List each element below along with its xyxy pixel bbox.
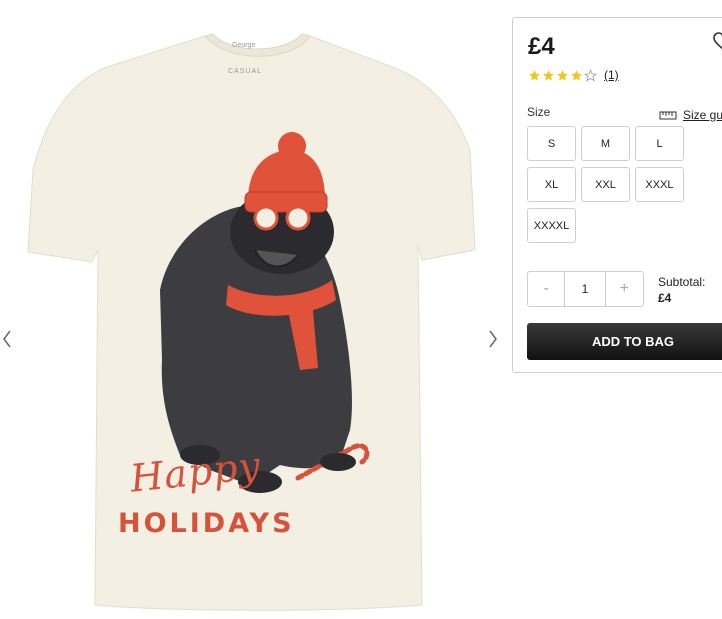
- size-option-xxl[interactable]: XXL: [581, 167, 630, 202]
- size-label: Size: [527, 105, 551, 119]
- quantity-stepper: - 1 +: [527, 271, 644, 307]
- subtotal-value: £4: [658, 291, 672, 305]
- add-to-bag-label: ADD TO BAG: [591, 334, 675, 349]
- chevron-left-icon: [3, 330, 11, 348]
- size-option-xxxl[interactable]: XXXL: [635, 167, 684, 202]
- size-option-s[interactable]: S: [527, 126, 576, 161]
- size-guide-link[interactable]: Size gu: [659, 108, 722, 122]
- product-purchase-panel: £4 (1) Size Size gu S M L XL XXL XXXL XX…: [512, 17, 722, 373]
- add-to-bag-button[interactable]: ADD TO BAG: [527, 323, 722, 360]
- subtotal-label: Subtotal:: [658, 275, 706, 289]
- size-guide-label: Size gu: [683, 108, 722, 122]
- chevron-right-icon: [489, 330, 497, 348]
- shirt-casual-tag: CASUAL: [228, 68, 263, 75]
- heart-icon: [713, 32, 722, 50]
- quantity-increase-button[interactable]: +: [604, 272, 643, 306]
- quantity-value[interactable]: 1: [565, 272, 604, 306]
- size-option-l[interactable]: L: [635, 126, 684, 161]
- ruler-icon: [659, 111, 677, 120]
- gallery-next-button[interactable]: [486, 326, 500, 352]
- wishlist-button[interactable]: [713, 32, 722, 52]
- review-count-link[interactable]: (1): [604, 68, 619, 82]
- star-icon: [529, 69, 540, 81]
- star-icon: [543, 69, 554, 81]
- gallery-prev-button[interactable]: [0, 326, 14, 352]
- star-empty-icon: [584, 68, 597, 82]
- size-option-m[interactable]: M: [581, 126, 630, 161]
- subtotal: Subtotal: £4: [658, 274, 705, 306]
- product-image-gallery: George CASUAL Happy HOLIDAYS: [0, 0, 510, 619]
- rating-stars: (1): [528, 68, 619, 82]
- star-icon: [557, 69, 568, 81]
- size-option-xl[interactable]: XL: [527, 167, 576, 202]
- star-icon: [571, 69, 582, 81]
- quantity-decrease-button[interactable]: -: [528, 272, 566, 306]
- product-price: £4: [528, 33, 555, 60]
- size-option-xxxxl[interactable]: XXXXL: [527, 208, 576, 243]
- print-text-holidays: HOLIDAYS: [118, 508, 295, 539]
- shirt-brand-tag: George: [232, 42, 256, 49]
